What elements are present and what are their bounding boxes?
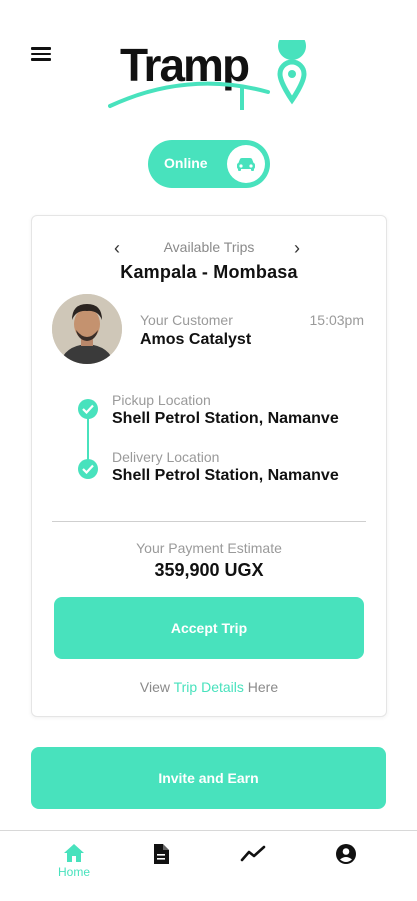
trip-time: 15:03pm	[309, 312, 364, 328]
trip-details-link[interactable]: Trip Details	[174, 679, 244, 695]
trip-card: ‹ Available Trips › Kampala - Mombasa Yo…	[31, 215, 387, 717]
online-status-toggle[interactable]: Online	[148, 140, 270, 188]
status-label: Online	[164, 155, 208, 171]
payment-estimate-value: 359,900 UGX	[154, 560, 264, 580]
customer-name: Amos Catalyst	[140, 331, 252, 348]
accept-trip-button[interactable]: Accept Trip	[54, 597, 364, 659]
customer-photo	[52, 294, 122, 364]
customer-label: Your Customer	[140, 312, 233, 328]
payment-estimate-label: Your Payment Estimate	[136, 540, 282, 556]
delivery-check-icon	[78, 459, 98, 479]
account-circle-icon	[336, 844, 356, 864]
pickup-label: Pickup Location	[112, 392, 211, 408]
chevron-right-icon[interactable]: ›	[294, 238, 300, 259]
invite-and-earn-button[interactable]: Invite and Earn	[31, 747, 386, 809]
logo-swoosh-icon	[108, 40, 307, 110]
nav-documents[interactable]	[126, 831, 196, 901]
trip-route: Kampala - Mombasa	[120, 262, 298, 282]
customer-avatar	[52, 294, 122, 364]
car-icon	[237, 158, 255, 171]
nav-home[interactable]: Home	[39, 831, 109, 901]
nav-profile[interactable]	[311, 831, 381, 901]
nav-home-label: Home	[57, 865, 90, 879]
pickup-location: Shell Petrol Station, Namanve	[112, 410, 339, 427]
home-icon	[64, 844, 84, 862]
divider	[52, 521, 366, 522]
trending-icon	[240, 845, 266, 862]
menu-button[interactable]	[31, 44, 51, 62]
delivery-label: Delivery Location	[112, 449, 220, 465]
document-icon	[154, 844, 169, 864]
status-knob	[227, 145, 265, 183]
delivery-location: Shell Petrol Station, Namanve	[112, 467, 339, 484]
hamburger-menu-icon	[31, 47, 51, 50]
bottom-nav: Home	[0, 830, 417, 901]
available-trips-label: Available Trips	[163, 239, 255, 255]
pickup-check-icon	[78, 399, 98, 419]
app-logo: Tramp	[108, 39, 313, 120]
nav-stats[interactable]	[218, 831, 288, 901]
trip-details-line: View Trip Details Here	[139, 679, 279, 695]
